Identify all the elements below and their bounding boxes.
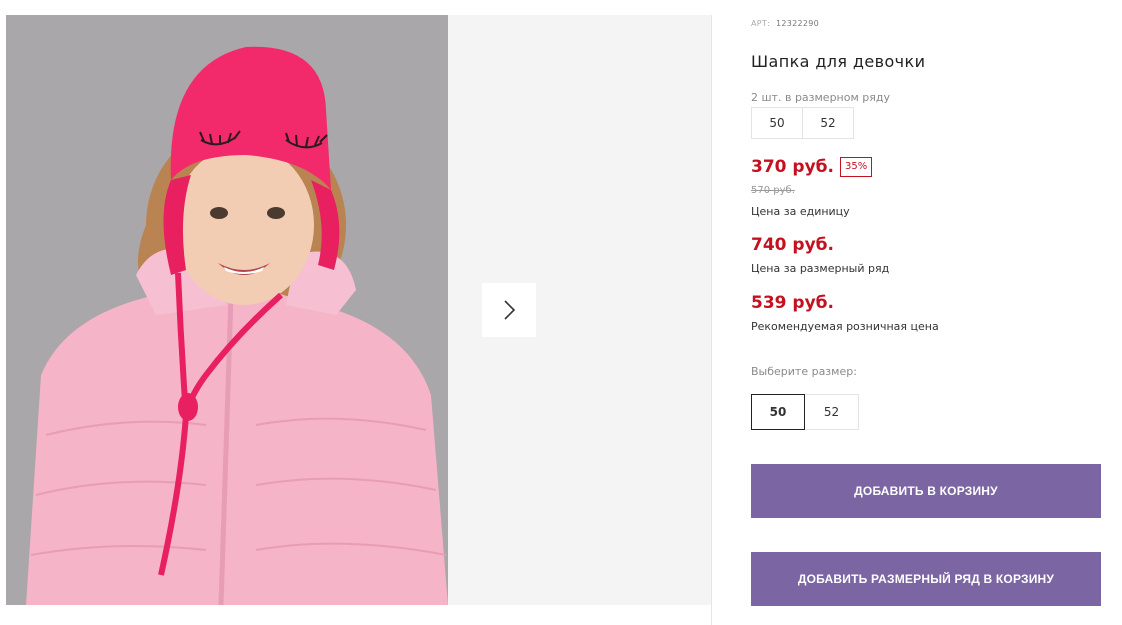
size-option-52[interactable]: 52 — [805, 394, 859, 430]
product-photo-illustration — [6, 15, 448, 605]
size-selector: 50 52 — [751, 394, 859, 430]
retail-price: 539 руб. — [751, 293, 834, 313]
add-size-row-to-cart-button[interactable]: ДОБАВИТЬ РАЗМЕРНЫЙ РЯД В КОРЗИНУ — [751, 552, 1101, 606]
unit-price: 370 руб. — [751, 157, 834, 177]
sku-value: 12322290 — [775, 19, 820, 28]
row-price: 740 руб. — [751, 235, 834, 255]
sku-label: АРТ: — [751, 19, 771, 28]
row-price-note: Цена за размерный ряд — [751, 262, 890, 275]
discount-badge: 35% — [839, 157, 873, 177]
add-to-cart-button[interactable]: ДОБАВИТЬ В КОРЗИНУ — [751, 464, 1101, 518]
pack-size-52: 52 — [802, 107, 854, 139]
product-photo — [6, 15, 448, 605]
retail-price-note: Рекомендуемая розничная цена — [751, 320, 939, 333]
pack-sizes: 50 52 — [751, 107, 854, 139]
size-option-50[interactable]: 50 — [751, 394, 805, 430]
next-image-button[interactable] — [482, 283, 536, 337]
product-gallery — [0, 0, 711, 625]
pack-note: 2 шт. в размерном ряду — [751, 91, 890, 104]
pack-size-50: 50 — [751, 107, 803, 139]
chevron-right-icon — [504, 300, 516, 320]
unit-price-note: Цена за единицу — [751, 205, 850, 218]
column-divider — [711, 15, 712, 625]
unit-price-row: 370 руб. 35% — [751, 157, 873, 177]
sku: АРТ: 12322290 — [751, 19, 819, 28]
old-price: 570 руб. — [751, 185, 795, 196]
product-title: Шапка для девочки — [751, 52, 926, 71]
size-select-label: Выберите размер: — [751, 365, 857, 378]
